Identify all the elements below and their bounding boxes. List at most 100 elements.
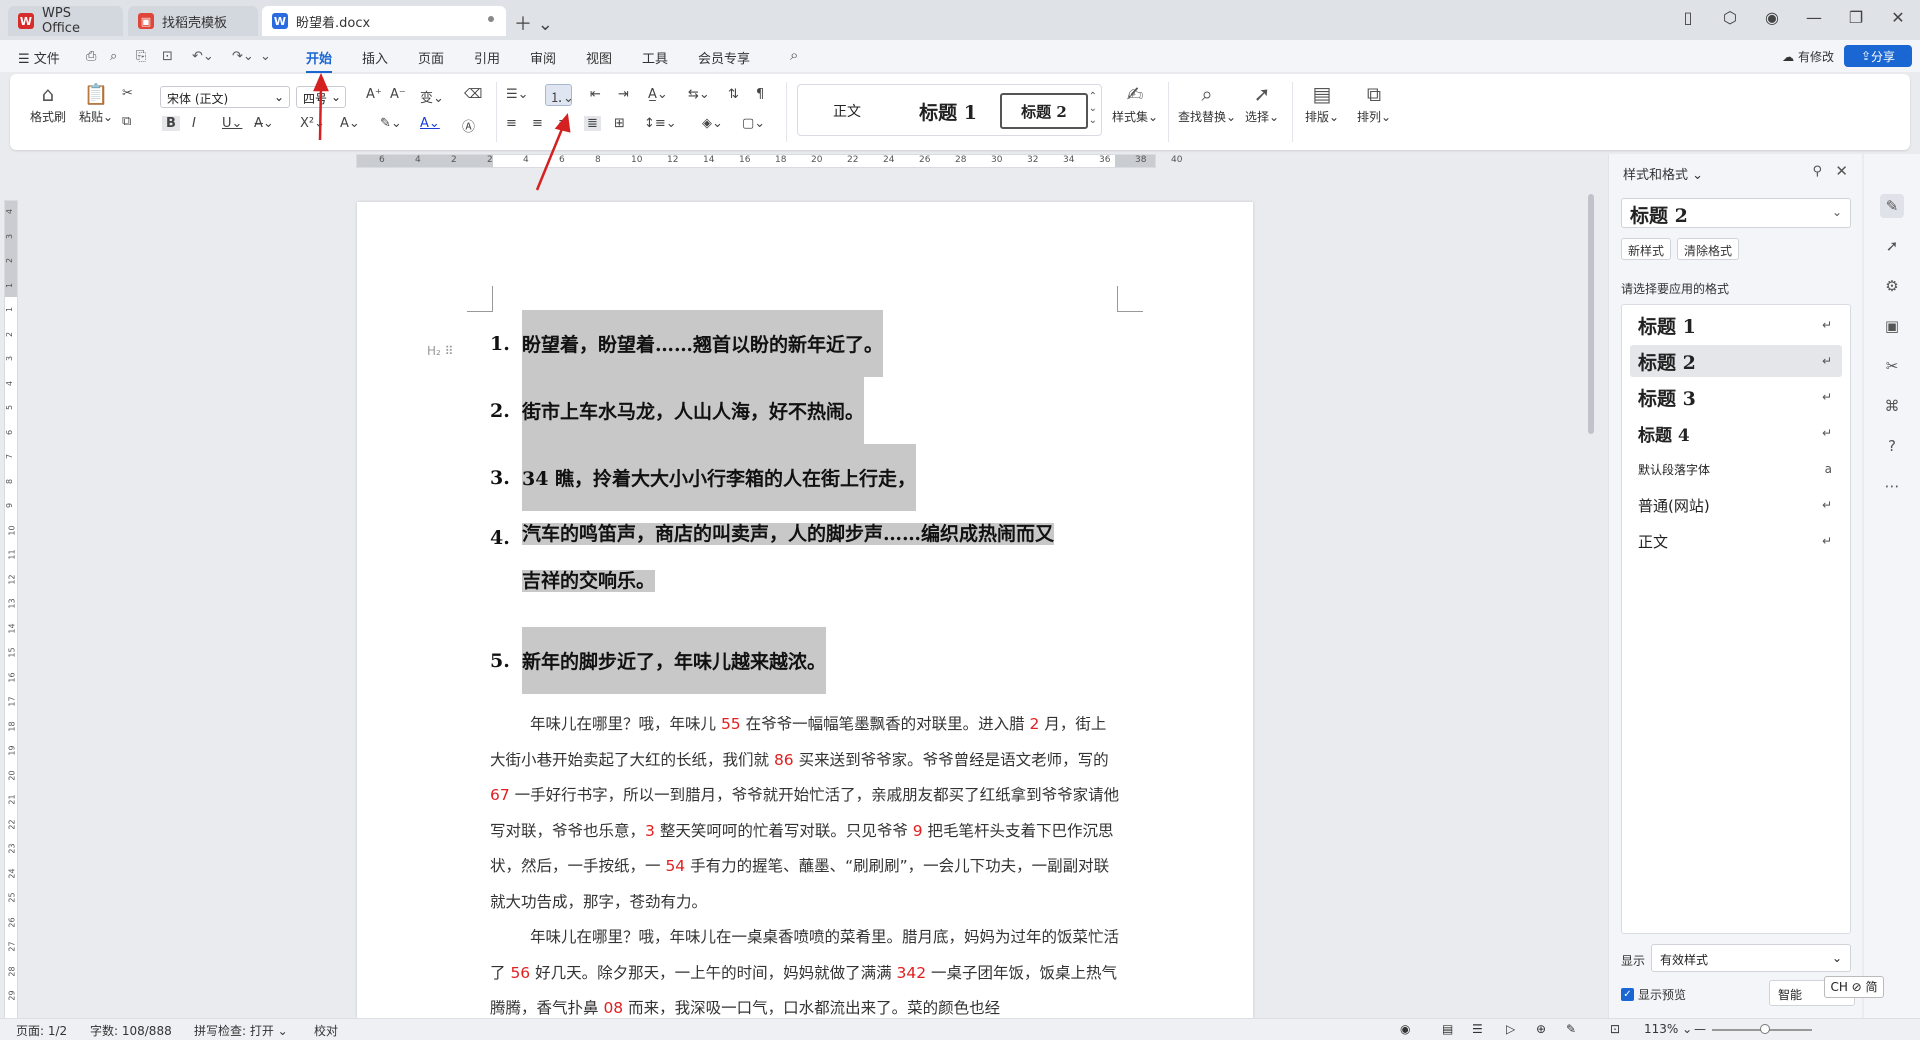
scrollbar-thumb[interactable] — [1588, 194, 1594, 434]
web-view-icon[interactable]: ⊕ — [1536, 1022, 1546, 1036]
zoom-out-button[interactable]: — — [1694, 1022, 1706, 1036]
has-changes-indicator[interactable]: ☁ 有修改 — [1782, 48, 1834, 65]
close-icon[interactable]: ✕ — [1835, 162, 1848, 180]
clear-format-button[interactable]: 清除格式 — [1677, 238, 1740, 260]
restore-button[interactable]: ❐ — [1844, 8, 1868, 27]
copy-icon[interactable]: ⧉ — [122, 114, 131, 129]
tools-icon[interactable]: ✂ — [1880, 354, 1904, 378]
fit-icon[interactable]: ⊡ — [1610, 1022, 1620, 1036]
share-button[interactable]: ⇪ 分享 — [1844, 45, 1912, 67]
outline-view-icon[interactable]: ☰ — [1472, 1022, 1483, 1036]
help-icon[interactable]: ? — [1880, 434, 1904, 458]
font-color-button[interactable]: A⌄ — [420, 116, 440, 131]
close-button[interactable]: ✕ — [1886, 8, 1910, 27]
format-painter-button[interactable]: ⌂ 格式刷 — [28, 82, 68, 125]
style-heading-2[interactable]: 标题 2 — [1000, 93, 1088, 129]
sort-button[interactable]: ⇅ — [728, 87, 739, 102]
decrease-indent-button[interactable]: ⇤ — [590, 87, 601, 102]
layout-icon[interactable]: ▯ — [1676, 8, 1700, 27]
undo-icon[interactable]: ↶⌄ — [192, 49, 214, 64]
style-item-heading-2[interactable]: 标题 2 ↵ — [1630, 345, 1842, 377]
underline-button[interactable]: U⌄ — [222, 116, 242, 131]
highlight-button[interactable]: ✎⌄ — [380, 116, 402, 131]
superscript-button[interactable]: X²⌄ — [300, 116, 325, 131]
text-effect-button[interactable]: A⌄ — [340, 116, 360, 131]
tab-member[interactable]: 会员专享 — [698, 48, 750, 67]
italic-button[interactable]: I — [192, 116, 196, 131]
document-page[interactable]: H₂ ⠿ 1. 盼望着，盼望着……翘首以盼的新年近了。 2. 街市上车水马龙，人… — [357, 202, 1253, 1022]
list-item[interactable]: 4. 汽车的鸣笛声，商店的叫卖声，人的脚步声……编织成热闹而又 吉祥的交响乐。 — [490, 511, 1140, 627]
layout-button[interactable]: ▤ 排版⌄ — [1302, 82, 1342, 125]
style-item-heading-1[interactable]: 标题 1 ↵ — [1630, 309, 1842, 341]
word-count[interactable]: 字数: 108/888 — [90, 1022, 172, 1039]
tab-tools[interactable]: 工具 — [642, 48, 668, 67]
tab-view[interactable]: 视图 — [586, 48, 612, 67]
minimize-button[interactable]: — — [1802, 8, 1826, 27]
more-icon[interactable]: ⌄ — [260, 49, 271, 64]
style-heading-1[interactable]: 标题 1 — [898, 93, 998, 129]
page-count[interactable]: 页面: 1/2 — [16, 1022, 67, 1039]
body-paragraph[interactable]: 年味儿在哪里？哦，年味儿 55 在爷爷一幅幅笔墨飘香的对联里。进入腊 2 月，街… — [490, 707, 1120, 920]
proofread[interactable]: 校对 — [314, 1022, 338, 1039]
arrange-button[interactable]: ⧉ 排列⌄ — [1354, 82, 1394, 125]
adjust-icon[interactable]: ⚙ — [1880, 274, 1904, 298]
list-item[interactable]: 5. 新年的脚步近了，年味儿越来越浓。 — [490, 627, 1140, 694]
text-direction-button[interactable]: ⇆⌄ — [688, 87, 710, 102]
select-button[interactable]: ➚ 选择⌄ — [1242, 82, 1282, 125]
tab-page[interactable]: 页面 — [418, 48, 444, 67]
new-tab-button[interactable]: ＋ ⌄ — [514, 10, 553, 36]
shading-button[interactable]: ◈⌄ — [702, 116, 723, 131]
bullet-list-button[interactable]: ☰⌄ — [506, 87, 529, 102]
style-set-button[interactable]: ✍ 样式集⌄ — [1110, 82, 1160, 125]
align-left-button[interactable]: ≡ — [506, 116, 517, 131]
phonetic-icon[interactable]: 变⌄ — [420, 87, 444, 106]
show-marks-button[interactable]: ¶ — [756, 87, 764, 102]
shirt-icon[interactable]: ⌘ — [1880, 394, 1904, 418]
file-menu[interactable]: ☰ 文件 — [18, 48, 60, 67]
play-icon[interactable]: ▷ — [1506, 1022, 1515, 1036]
select-cursor-icon[interactable]: ➚ — [1880, 234, 1904, 258]
pen-icon[interactable]: ✎ — [1566, 1022, 1576, 1036]
style-item-normal[interactable]: 正文 ↵ — [1630, 525, 1842, 557]
body-paragraph[interactable]: 年味儿在哪里？哦，年味儿在一桌桌香喷喷的菜肴里。腊月底，妈妈为过年的饭菜忙活了 … — [490, 920, 1120, 1022]
tab-template[interactable]: ▣ 找稻壳模板 — [128, 6, 258, 36]
grow-font-icon[interactable]: A⁺ — [366, 87, 382, 102]
style-normal[interactable]: 正文 — [802, 93, 892, 129]
align-center-button[interactable]: ≡ — [532, 116, 543, 131]
shrink-font-icon[interactable]: A⁻ — [390, 87, 406, 102]
align-right-button[interactable]: ≡ — [558, 116, 569, 131]
paste-button[interactable]: 📋 粘贴⌄ — [76, 82, 116, 125]
find-replace-button[interactable]: ⌕ 查找替换⌄ — [1176, 82, 1238, 125]
save-icon[interactable]: ⎙ — [86, 49, 96, 64]
increase-indent-button[interactable]: ⇥ — [618, 87, 629, 102]
ime-indicator[interactable]: CH ⊘ 简 — [1824, 976, 1884, 998]
zoom-level[interactable]: 113% ⌄ — [1644, 1022, 1692, 1036]
line-spacing-button[interactable]: ↕≡⌄ — [644, 116, 677, 131]
tab-document[interactable]: W 盼望着.docx — [262, 6, 506, 36]
panel-title[interactable]: 样式和格式 ⌄ — [1623, 164, 1703, 183]
numbered-list-button[interactable]: ⒈⌄ — [550, 87, 574, 106]
distribute-button[interactable]: ⊞ — [614, 116, 625, 131]
font-name-select[interactable]: 宋体 (正文) ⌄ — [160, 86, 290, 108]
more-icon[interactable]: ⋯ — [1880, 474, 1904, 498]
avatar[interactable]: ◉ — [1760, 8, 1784, 27]
justify-button[interactable]: ≣ — [584, 116, 601, 131]
pin-icon[interactable]: ⚲ — [1812, 164, 1822, 179]
font-size-select[interactable]: 四号 ⌄ — [296, 86, 346, 108]
strikethrough-button[interactable]: A̶⌄ — [254, 116, 274, 131]
new-style-button[interactable]: 新样式 — [1621, 238, 1672, 260]
style-item-default-font[interactable]: 默认段落字体 a — [1630, 453, 1842, 485]
heading-level-marker[interactable]: H₂ ⠿ — [427, 344, 453, 358]
list-item[interactable]: 3. 34 瞧，拎着大大小小行李箱的人在街上行走， — [490, 444, 1140, 511]
zoom-slider-handle[interactable] — [1760, 1024, 1770, 1034]
horizontal-ruler[interactable]: 6 4 2 2 4 6 8 10 12 14 16 18 20 22 24 26 28 30 32 34 36 38 40 — [356, 154, 1182, 168]
page-view-icon[interactable]: ▤ — [1442, 1022, 1453, 1036]
list-item[interactable]: 1. 盼望着，盼望着……翘首以盼的新年近了。 — [490, 310, 1140, 377]
tab-insert[interactable]: 插入 — [362, 48, 388, 67]
style-item-heading-4[interactable]: 标题 4 ↵ — [1630, 417, 1842, 449]
style-pen-icon[interactable]: ✎ — [1880, 194, 1904, 218]
clear-format-icon[interactable]: ⌫ — [464, 87, 482, 102]
gallery-scroll-icon[interactable]: ⌃ ⌄ ⌄ — [1089, 91, 1097, 127]
cut-icon[interactable]: ✂ — [122, 86, 133, 101]
style-item-heading-3[interactable]: 标题 3 ↵ — [1630, 381, 1842, 413]
